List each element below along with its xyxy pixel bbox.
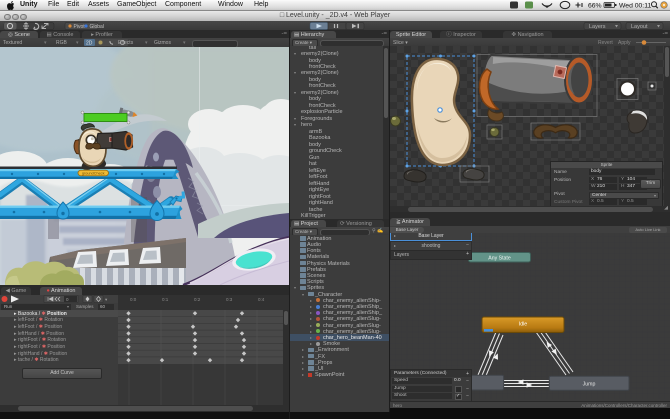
svg-text:Layout: Layout: [631, 24, 648, 30]
svg-text:Wed 00:11: Wed 00:11: [619, 3, 651, 10]
svg-text:Layers: Layers: [589, 24, 606, 30]
svg-text:66%: 66%: [588, 3, 602, 10]
svg-text:Idle: Idle: [519, 322, 527, 328]
svg-text:Pivot: Pivot: [74, 24, 86, 30]
svg-text:▾: ▾: [105, 297, 108, 302]
svg-text:2D: 2D: [86, 41, 93, 47]
svg-text:Global: Global: [90, 24, 104, 30]
svg-text:groundCheck: groundCheck: [82, 172, 105, 176]
svg-text:Jump: Jump: [583, 382, 596, 388]
svg-text:Any State: Any State: [488, 255, 511, 261]
